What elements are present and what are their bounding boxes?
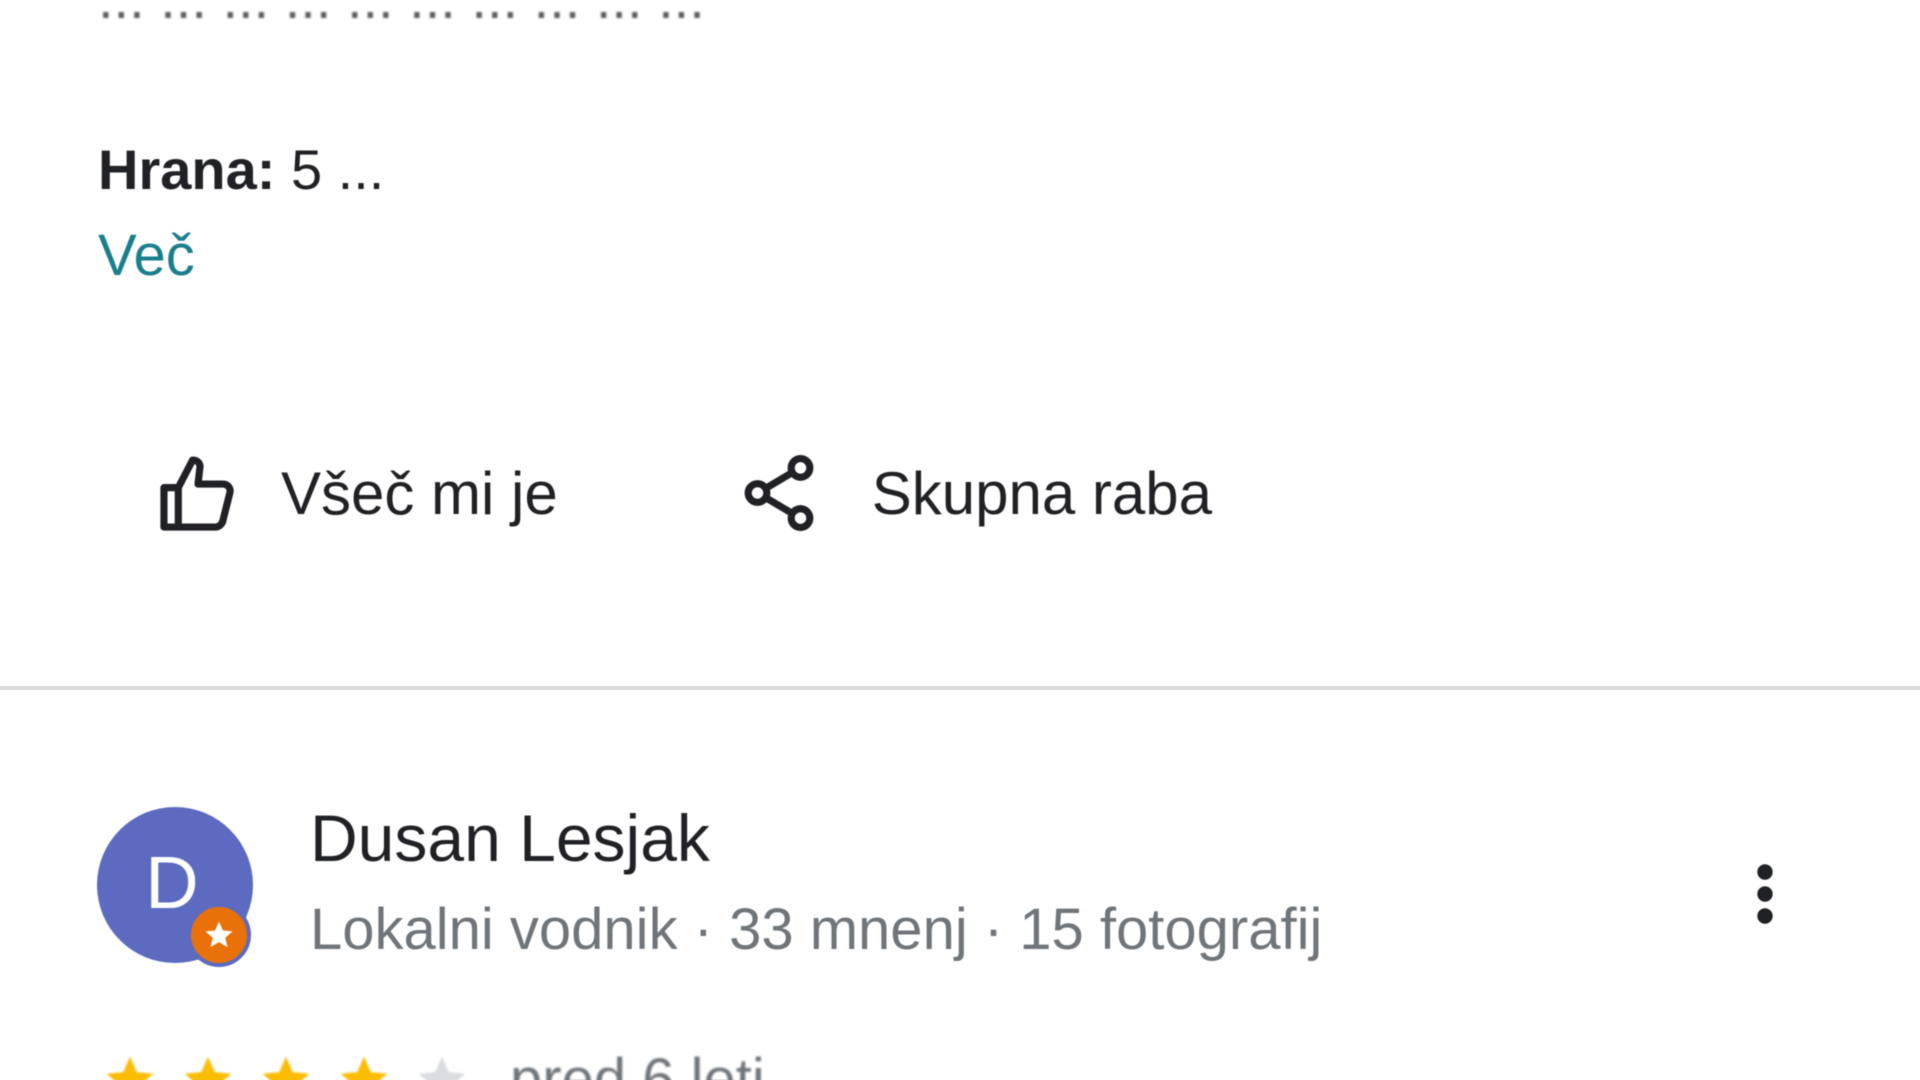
- like-label: Všeč mi je: [281, 459, 558, 527]
- review-actions: Všeč mi je Skupna raba: [155, 448, 1212, 538]
- food-value: 5 ...: [290, 138, 385, 201]
- star-empty-icon: [418, 1056, 466, 1080]
- share-icon: [736, 450, 822, 536]
- star-filled-icon: [106, 1056, 154, 1080]
- review-text-cut-off: ... ... ... ... ... ... ... ... ... ...: [98, 0, 705, 31]
- thumbs-up-icon: [155, 450, 241, 536]
- more-options-button[interactable]: [1740, 858, 1790, 930]
- review-time: pred 6 leti: [510, 1047, 765, 1080]
- more-vert-icon: [1757, 864, 1773, 924]
- more-link[interactable]: Več: [98, 222, 195, 289]
- reviewer-name[interactable]: Dusan Lesjak: [310, 800, 710, 876]
- star-filled-icon: [184, 1056, 232, 1080]
- review-text-food: Hrana: 5 ...: [98, 130, 384, 210]
- reviewer-meta: Lokalni vodnik · 33 mnenj · 15 fotografi…: [310, 897, 1323, 962]
- avatar-letter: D: [145, 840, 199, 924]
- star-rating: [102, 1052, 492, 1080]
- share-label: Skupna raba: [871, 459, 1213, 527]
- local-guide-badge: [187, 903, 251, 967]
- like-button[interactable]: Všeč mi je: [155, 450, 558, 536]
- star-filled-icon: [262, 1056, 310, 1080]
- star-filled-icon: [340, 1056, 388, 1080]
- share-button[interactable]: Skupna raba: [736, 450, 1212, 536]
- reviews-panel: ... ... ... ... ... ... ... ... ... ... …: [0, 0, 1920, 1080]
- local-guide-star-icon: [205, 921, 233, 948]
- food-label: Hrana:: [98, 138, 276, 201]
- review-divider: [0, 686, 1920, 690]
